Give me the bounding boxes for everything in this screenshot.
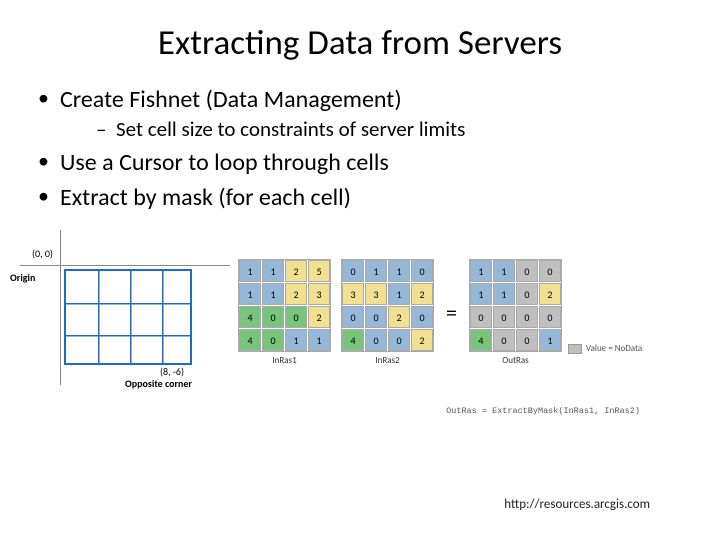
raster-cell: 0 <box>539 260 561 282</box>
raster-cell: 1 <box>239 260 261 282</box>
bullet-1-sub: Set cell size to constraints of server l… <box>96 116 682 142</box>
nodata-swatch <box>568 344 582 354</box>
raster-cell: 4 <box>342 329 364 351</box>
raster-cell: 4 <box>239 306 261 328</box>
raster-cell: 0 <box>262 329 284 351</box>
raster-cell: 1 <box>308 329 330 351</box>
raster-cell: 4 <box>470 329 492 351</box>
raster-cell: 1 <box>365 260 387 282</box>
raster-cell: 0 <box>516 283 538 305</box>
raster-cell: 0 <box>516 329 538 351</box>
raster-cell: 0 <box>388 329 410 351</box>
opposite-label: Opposite corner <box>125 377 192 390</box>
raster-cell: 0 <box>516 306 538 328</box>
raster-cell: 0 <box>516 260 538 282</box>
raster-inras2: 0110331200204002InRas2 <box>341 259 434 366</box>
footer-url: http://resources.arcgis.com <box>504 497 650 512</box>
fishnet-h-axis <box>20 265 230 266</box>
raster-cell: 5 <box>308 260 330 282</box>
bullet-1: Create Fishnet (Data Management) Set cel… <box>38 82 682 145</box>
raster-cell: 0 <box>493 306 515 328</box>
nodata-legend-text: Value = NoData <box>586 343 642 354</box>
fishnet-grid <box>64 269 192 365</box>
raster-grid: 0110331200204002 <box>341 259 434 352</box>
raster-cell: 0 <box>411 260 433 282</box>
raster-cell: 0 <box>493 329 515 351</box>
raster-cell: 1 <box>470 283 492 305</box>
raster-cell: 0 <box>262 306 284 328</box>
raster-label: InRas2 <box>341 355 434 366</box>
raster-cell: 0 <box>470 306 492 328</box>
raster-cell: 0 <box>342 306 364 328</box>
bullet-1-text: Create Fishnet (Data Management) <box>60 85 402 114</box>
raster-grid: 1125112340024011 <box>238 259 331 352</box>
raster-label: InRas1 <box>238 355 331 366</box>
fishnet-v-axis <box>60 230 61 385</box>
raster-cell: 0 <box>411 306 433 328</box>
raster-cell: 2 <box>411 283 433 305</box>
raster-cell: 0 <box>342 260 364 282</box>
equals-sign: = <box>444 299 459 326</box>
raster-cell: 4 <box>239 329 261 351</box>
raster-cell: 2 <box>308 306 330 328</box>
raster-cell: 1 <box>539 329 561 351</box>
slide-title: Extracting Data from Servers <box>0 0 720 64</box>
origin-label: Origin <box>10 271 35 284</box>
raster-cell: 1 <box>493 283 515 305</box>
raster-cell: 1 <box>262 283 284 305</box>
raster-cell: 1 <box>285 329 307 351</box>
raster-cell: 0 <box>285 306 307 328</box>
raster-matrices: 1125112340024011InRas10110331200204002In… <box>238 259 646 366</box>
fishnet-diagram: (0, 0) Origin (8, -6) Opposite corner <box>10 225 230 400</box>
origin-coord-label: (0, 0) <box>32 247 53 260</box>
slide-body: Create Fishnet (Data Management) Set cel… <box>0 64 720 215</box>
raster-cell: 2 <box>285 283 307 305</box>
bullet-3: Extract by mask (for each cell) <box>38 180 682 215</box>
raster-cell: 2 <box>285 260 307 282</box>
raster-cell: 2 <box>539 283 561 305</box>
raster-label: OutRas <box>469 355 562 366</box>
nodata-legend: Value = NoData <box>568 343 642 354</box>
raster-cell: 1 <box>262 260 284 282</box>
raster-outras: 1100110200004001OutRas <box>469 259 562 366</box>
raster-grid: 1100110200004001 <box>469 259 562 352</box>
raster-cell: 2 <box>388 306 410 328</box>
raster-cell: 1 <box>388 260 410 282</box>
raster-cell: 1 <box>388 283 410 305</box>
raster-cell: 3 <box>342 283 364 305</box>
raster-cell: 0 <box>539 306 561 328</box>
raster-cell: 1 <box>239 283 261 305</box>
figure-row: (0, 0) Origin (8, -6) Opposite corner 11… <box>0 215 720 400</box>
raster-cell: 3 <box>308 283 330 305</box>
raster-inras1: 1125112340024011InRas1 <box>238 259 331 366</box>
bullet-2: Use a Cursor to loop through cells <box>38 145 682 180</box>
raster-cell: 1 <box>470 260 492 282</box>
raster-cell: 2 <box>411 329 433 351</box>
raster-cell: 0 <box>365 329 387 351</box>
raster-cell: 1 <box>493 260 515 282</box>
code-caption: OutRas = ExtractByMask(InRas1, InRas2) <box>0 406 720 416</box>
raster-cell: 0 <box>365 306 387 328</box>
raster-cell: 3 <box>365 283 387 305</box>
